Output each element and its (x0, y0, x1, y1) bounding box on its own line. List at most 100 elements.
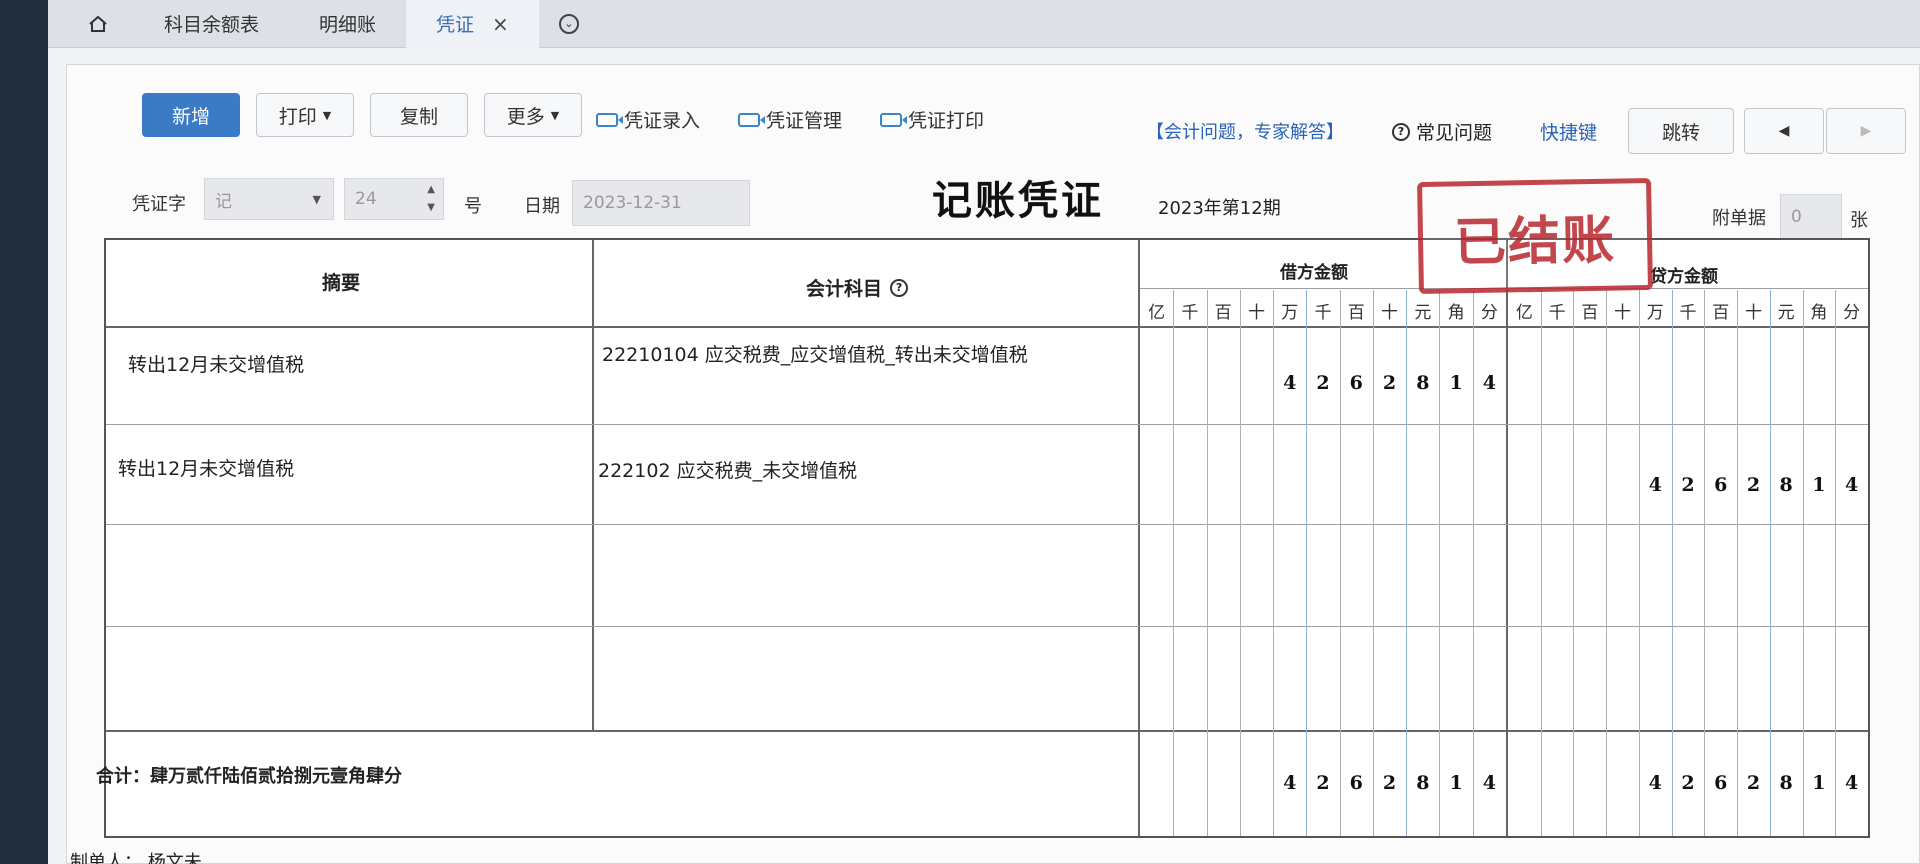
screen: 科目余额表 明细账 凭证 × ⌄ 新增 打印 ▼ 复制 更多 ▼ 凭证录入 凭证管理… (0, 0, 1920, 864)
divider (106, 626, 1868, 627)
tab-more[interactable]: ⌄ (539, 0, 599, 48)
debit-digit-header: 十 (1247, 303, 1265, 323)
row-1-summary[interactable]: 转出12月未交增值税 (128, 350, 304, 380)
summary-header: 摘要 (322, 272, 361, 294)
digit-divider (1704, 290, 1706, 836)
voucher-print-link[interactable]: 凭证打印 (880, 106, 984, 133)
tab-home[interactable] (48, 0, 134, 48)
question-icon: ? (1392, 122, 1410, 141)
debit-digit-header: 元 (1414, 303, 1432, 323)
stepper-arrows-icon[interactable]: ▲ ▼ (427, 181, 435, 217)
copy-label: 复制 (399, 105, 438, 128)
tab-label: 明细账 (319, 14, 377, 36)
tab-label: 凭证 (436, 14, 475, 36)
credit-digit-header: 元 (1777, 303, 1795, 323)
digit-divider (1802, 290, 1804, 836)
voucher-manage-link[interactable]: 凭证管理 (738, 106, 842, 133)
divider (106, 524, 1868, 525)
more-button[interactable]: 更多 ▼ (484, 93, 582, 137)
row-2-summary[interactable]: 转出12月未交增值税 (118, 454, 294, 484)
faq-link[interactable]: ? 常见问题 (1392, 118, 1492, 145)
digit-divider (1638, 290, 1640, 836)
digit-divider (1206, 290, 1208, 836)
number-suffix: 号 (464, 196, 482, 217)
bezel (0, 0, 48, 864)
credit-amount-digit: 8 (1779, 474, 1793, 496)
new-button[interactable]: 新增 (142, 93, 240, 137)
next-icon: ▶ (1860, 123, 1872, 139)
home-icon (89, 15, 107, 32)
credit-digit-header: 分 (1843, 303, 1861, 323)
maker-label: 制单人： 杨文未 (70, 848, 202, 864)
copy-button[interactable]: 复制 (370, 93, 468, 137)
tab-voucher[interactable]: 凭证 × (406, 0, 539, 48)
credit-amount-digit: 2 (1681, 474, 1695, 496)
print-button[interactable]: 打印 ▼ (256, 93, 354, 137)
more-label: 更多 (506, 105, 545, 128)
debit-digit-header: 十 (1381, 303, 1399, 323)
link-label: 凭证管理 (766, 110, 843, 132)
row-2-account[interactable]: 222102 应交税费_未交增值税 (598, 456, 1078, 486)
date-label: 日期 (524, 196, 560, 217)
credit-amount-digit: 6 (1714, 474, 1728, 496)
period-label: 2023年第12期 (1158, 198, 1281, 219)
credit-digit-header: 十 (1744, 303, 1762, 323)
date-input[interactable]: 2023-12-31 (572, 180, 750, 226)
shortcut-link[interactable]: 快捷键 (1540, 118, 1597, 145)
prev-button[interactable]: ◀ (1744, 108, 1824, 154)
account-header: 会计科目 ? (806, 274, 914, 301)
digit-divider (1769, 290, 1771, 836)
question-icon[interactable]: ? (890, 278, 909, 297)
next-button[interactable]: ▶ (1826, 108, 1906, 154)
page-title: 记账凭证 (932, 178, 1104, 224)
credit-digit-header: 万 (1646, 303, 1664, 323)
date-value: 2023-12-31 (583, 193, 682, 213)
tab-detail-ledger[interactable]: 明细账 (289, 0, 406, 48)
debit-amount-digit: 2 (1316, 372, 1330, 394)
debit-amount-digit: 2 (1382, 372, 1397, 394)
close-icon[interactable]: × (492, 12, 509, 36)
new-label: 新增 (171, 105, 210, 128)
debit-digit-header: 分 (1480, 303, 1498, 323)
total-label: 合计：肆万贰仟陆佰贰拾捌元壹角肆分 (96, 766, 402, 787)
credit-digit-header: 千 (1679, 303, 1697, 323)
voucher-table (104, 238, 1870, 838)
chevron-circle-icon: ⌄ (558, 13, 579, 34)
voucher-word-select[interactable]: 记 ▼ (204, 178, 334, 220)
caret-down-icon: ▼ (322, 108, 332, 122)
voucher-entry-link[interactable]: 凭证录入 (596, 106, 700, 133)
digit-divider (1671, 290, 1673, 836)
tab-subject-balance[interactable]: 科目余额表 (134, 0, 289, 48)
credit-total-digit: 1 (1812, 772, 1826, 794)
debit-amount-digit: 8 (1416, 372, 1430, 394)
credit-total-digit: 4 (1845, 772, 1859, 794)
caret-down-icon: ▼ (312, 192, 321, 206)
debit-digit-header: 万 (1281, 303, 1299, 323)
voucher-number-stepper[interactable]: 24 ▲ ▼ (344, 178, 444, 220)
credit-total-digit: 4 (1648, 772, 1662, 794)
digit-divider (1239, 290, 1241, 836)
caret-down-icon: ▼ (550, 108, 560, 122)
video-icon (596, 112, 623, 127)
voucher-number-value: 24 (355, 189, 377, 209)
closed-stamp: 已结账 (1417, 177, 1653, 295)
debit-header: 借方金额 (1280, 263, 1348, 283)
credit-amount-digit: 4 (1845, 474, 1859, 496)
maker-name: 杨文未 (147, 852, 202, 864)
divider (106, 730, 1868, 732)
row-1-account[interactable]: 22210104 应交税费_应交增值税_转出未交增值税 (602, 340, 1082, 370)
credit-total-digit: 2 (1681, 772, 1695, 794)
credit-digit-header: 十 (1614, 303, 1632, 323)
debit-amount-digit: 4 (1482, 372, 1496, 394)
credit-total-digit: 8 (1779, 772, 1793, 794)
jump-button[interactable]: 跳转 (1628, 108, 1734, 154)
credit-digit-header: 角 (1810, 303, 1828, 323)
video-icon (738, 112, 765, 127)
debit-total-digit: 4 (1482, 772, 1496, 794)
expert-answer-link[interactable]: 【会计问题，专家解答】 (1146, 118, 1344, 144)
credit-amount-digit: 1 (1812, 474, 1826, 496)
debit-amount-digit: 4 (1283, 372, 1297, 394)
attach-input[interactable]: 0 (1780, 194, 1842, 240)
credit-amount-digit: 4 (1648, 474, 1662, 496)
maker-label-text: 制单人： (70, 852, 142, 864)
